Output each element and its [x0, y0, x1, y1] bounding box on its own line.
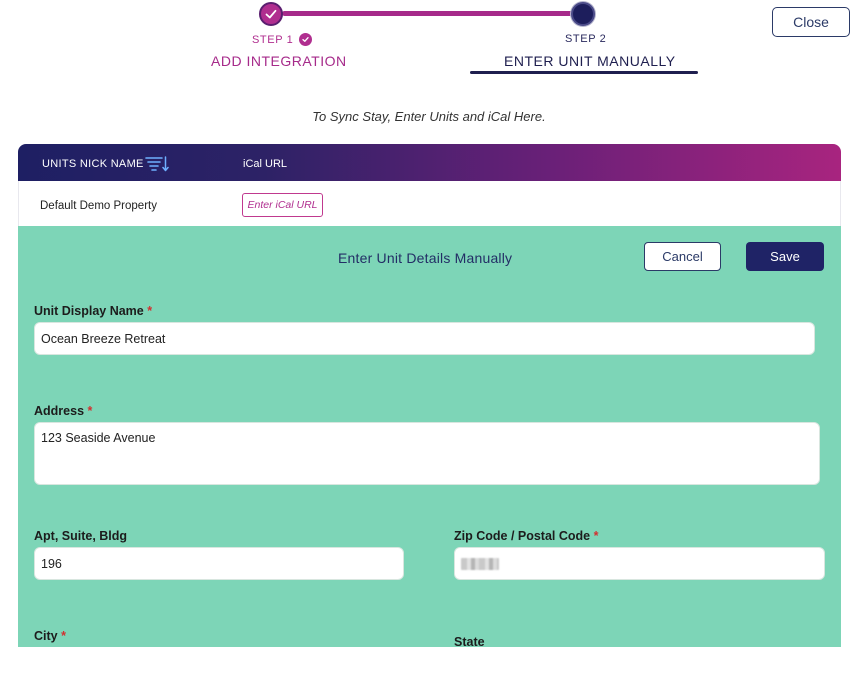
stepper-progress-line	[282, 11, 574, 16]
table-header: UNITS NICK NAME iCal URL	[18, 144, 841, 181]
step-2-active-dot	[571, 2, 595, 26]
step-1-number-text: STEP 1	[252, 33, 294, 46]
active-step-underline	[470, 71, 698, 74]
close-button[interactable]: Close	[772, 7, 850, 37]
step-2-title[interactable]: ENTER UNIT MANUALLY	[504, 53, 676, 69]
required-mark: *	[147, 304, 153, 318]
manual-unit-form: Enter Unit Details Manually Cancel Save …	[18, 226, 841, 647]
step-1-complete-icon	[259, 2, 283, 26]
unit-display-name-label: Unit Display Name *	[34, 304, 152, 318]
column-header-units-nick-name[interactable]: UNITS NICK NAME	[42, 158, 144, 170]
required-mark: *	[593, 529, 599, 543]
unit-display-name-label-text: Unit Display Name	[34, 304, 144, 318]
form-title: Enter Unit Details Manually	[338, 250, 513, 266]
address-value: 123 Seaside Avenue	[41, 431, 156, 445]
zip-code-label: Zip Code / Postal Code *	[454, 529, 598, 543]
stepper: STEP 1 STEP 2 ADD INTEGRATION ENTER UNIT…	[0, 0, 862, 80]
save-button[interactable]: Save	[746, 242, 824, 271]
apt-suite-bldg-label: Apt, Suite, Bldg	[34, 529, 127, 543]
unit-nick-name-cell: Default Demo Property	[40, 200, 157, 212]
address-label-text: Address	[34, 404, 85, 418]
sort-icon[interactable]	[145, 156, 169, 172]
enter-ical-url-button[interactable]: Enter iCal URL	[242, 193, 323, 217]
apt-suite-bldg-label-text: Apt, Suite, Bldg	[34, 529, 128, 543]
column-header-ical-url: iCal URL	[243, 158, 288, 170]
state-label-text: State	[454, 635, 485, 647]
apt-suite-bldg-value: 196	[41, 556, 62, 571]
address-label: Address *	[34, 404, 92, 418]
required-mark: *	[87, 404, 93, 418]
zip-code-input[interactable]	[454, 547, 825, 580]
address-textarea[interactable]: 123 Seaside Avenue	[34, 422, 820, 485]
step-1-number: STEP 1	[252, 33, 313, 46]
zip-code-label-text: Zip Code / Postal Code	[454, 529, 591, 543]
check-circle-icon	[299, 33, 313, 46]
unit-display-name-input[interactable]: Ocean Breeze Retreat	[34, 322, 815, 355]
city-label: City *	[34, 629, 66, 643]
unit-display-name-value: Ocean Breeze Retreat	[41, 331, 166, 346]
step-1-title[interactable]: ADD INTEGRATION	[211, 53, 347, 69]
units-table: UNITS NICK NAME iCal URL Default Demo Pr…	[18, 144, 841, 647]
cancel-button[interactable]: Cancel	[644, 242, 721, 271]
required-mark: *	[61, 629, 66, 643]
apt-suite-bldg-input[interactable]: 196	[34, 547, 404, 580]
table-row: Default Demo Property Enter iCal URL	[18, 181, 841, 226]
state-label: State	[454, 635, 485, 647]
redacted-zip-value	[461, 557, 499, 570]
page-subtitle: To Sync Stay, Enter Units and iCal Here.	[312, 109, 546, 124]
step-2-number: STEP 2	[565, 33, 607, 45]
city-label-text: City	[34, 629, 58, 643]
